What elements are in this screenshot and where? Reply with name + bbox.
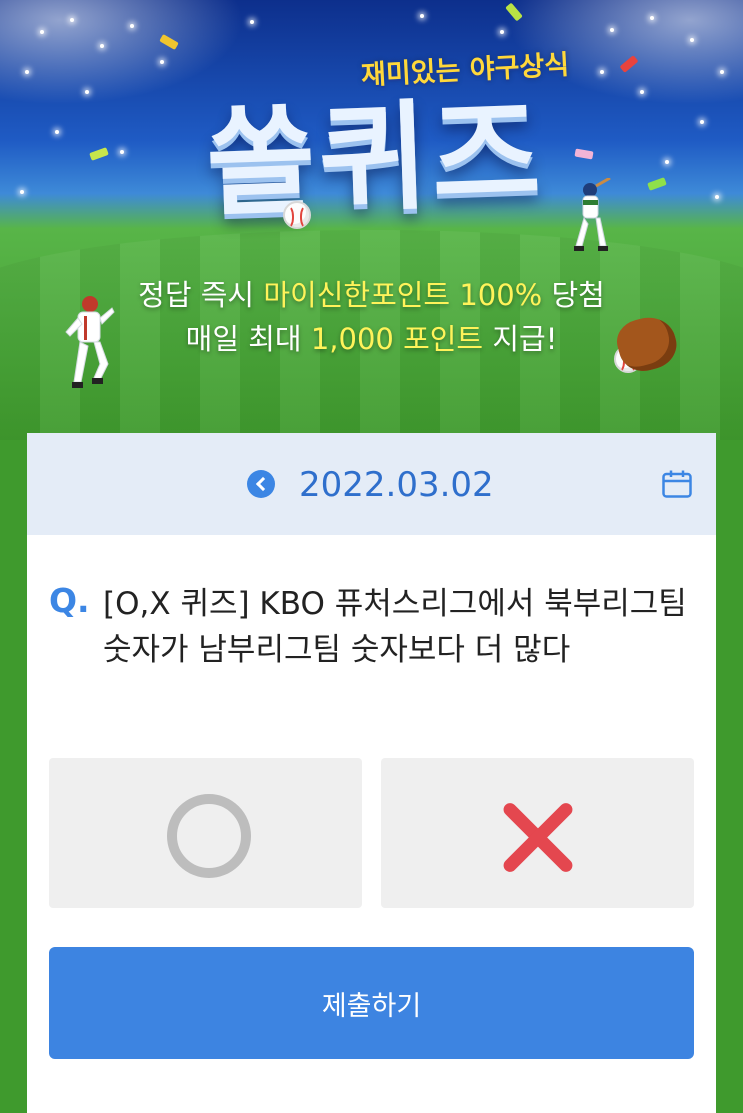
confetti-piece <box>647 177 667 191</box>
calendar-icon[interactable] <box>662 470 692 498</box>
confetti-piece <box>89 147 109 161</box>
batter-illustration <box>574 178 611 251</box>
promo-line-1-suffix: 당첨 <box>542 278 605 312</box>
question-marker: Q. <box>49 581 90 620</box>
chevron-left-icon[interactable] <box>247 470 275 498</box>
quiz-date: 2022.03.02 <box>299 465 494 505</box>
answer-o-button[interactable] <box>49 758 362 908</box>
submit-button[interactable]: 제출하기 <box>49 947 694 1059</box>
promo-line-2-prefix: 매일 최대 <box>185 322 311 356</box>
confetti-piece <box>619 55 639 73</box>
date-bar: 2022.03.02 <box>27 433 716 535</box>
question-text: [O,X 퀴즈] KBO 퓨처스리그에서 북부리그팀 숫자가 남부리그팀 숫자보… <box>103 586 687 668</box>
promo-line-1: 정답 즉시 마이신한포인트 100% 당첨 <box>0 272 743 314</box>
confetti-piece <box>505 2 523 22</box>
answer-x-button[interactable] <box>381 758 694 908</box>
promo-line-2-highlight: 1,000 포인트 <box>310 322 484 356</box>
promo-line-2-suffix: 지급! <box>483 322 558 356</box>
quiz-card: 2022.03.02 Q. [O,X 퀴즈] KBO 퓨처스리그에서 북부리그팀… <box>27 433 716 1113</box>
promo-line-2: 매일 최대 1,000 포인트 지급! <box>0 316 743 358</box>
promo-line-1-prefix: 정답 즉시 <box>138 278 264 312</box>
cross-x-icon <box>498 797 578 877</box>
promo-line-1-highlight: 마이신한포인트 100% <box>263 278 543 312</box>
circle-o-icon <box>167 794 251 878</box>
banner-title: 쏠퀴즈 <box>204 83 547 233</box>
hero-banner: 재미있는 야구상식 쏠퀴즈 정답 즉시 마이신한포인트 100% 당첨 매일 최… <box>0 0 743 440</box>
confetti-piece <box>159 34 179 50</box>
baseball-icon <box>283 201 311 229</box>
